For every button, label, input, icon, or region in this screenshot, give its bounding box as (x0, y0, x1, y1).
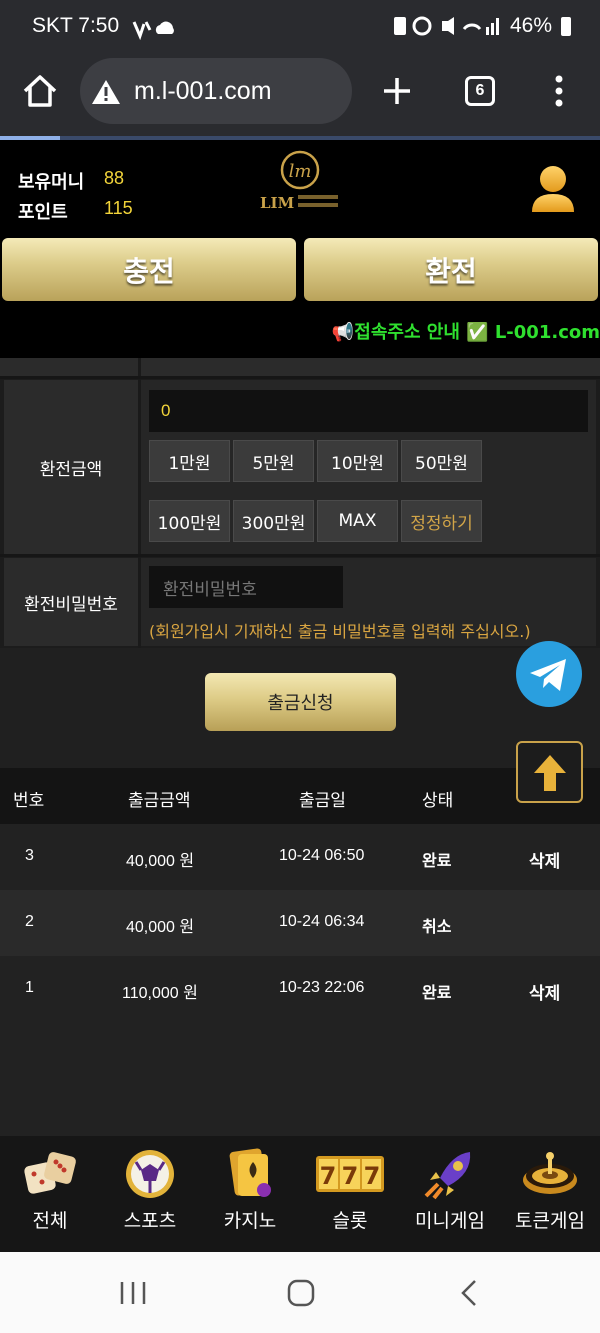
home-nav-icon[interactable] (286, 1278, 316, 1308)
home-icon[interactable] (22, 74, 58, 108)
site-header: 보유머니 88 포인트 115 lm LIM (0, 140, 600, 238)
amount-reset-button[interactable]: 정정하기 (401, 500, 482, 542)
nav-item-casino[interactable]: 카지노 (200, 1136, 300, 1252)
svg-text:7: 7 (364, 1162, 381, 1190)
money-value: 88 (104, 168, 125, 188)
delete-button[interactable]: 삭제 (529, 847, 560, 872)
row-number: 2 (25, 913, 34, 930)
history-table-header: 번호 출금금액 출금일 상태 (0, 768, 600, 824)
nav-item-tokengame[interactable]: 토큰게임 (500, 1136, 600, 1252)
amount-1m-button[interactable]: 100만원 (149, 500, 230, 542)
warning-icon[interactable] (90, 78, 122, 106)
amount-input[interactable]: 0 (149, 390, 588, 432)
back-icon[interactable] (458, 1278, 480, 1308)
nav-item-sports[interactable]: 스포츠 (100, 1136, 200, 1252)
password-hint: (회원가입시 기재하신 출금 비밀번호를 입력해 주십시오.) (149, 622, 531, 641)
row-number: 1 (25, 979, 34, 996)
row-number: 3 (25, 847, 34, 864)
amount-max-button[interactable]: MAX (317, 500, 398, 542)
url-text: m.l-001.com (134, 77, 272, 105)
svg-text:7: 7 (342, 1162, 359, 1190)
site-logo[interactable]: lm LIM (258, 148, 342, 224)
amount-3m-button[interactable]: 300만원 (233, 500, 314, 542)
address-bar[interactable]: m.l-001.com (80, 58, 352, 124)
row-amount: 40,000 원 (126, 853, 195, 870)
new-tab-icon[interactable] (382, 76, 412, 106)
svg-text:lm: lm (289, 161, 312, 182)
col-number: 번호 (13, 791, 45, 811)
amount-100k-button[interactable]: 10만원 (317, 440, 398, 482)
user-profile-icon[interactable] (530, 164, 576, 214)
row-date: 10-24 06:50 (279, 847, 365, 864)
nav-item-minigame[interactable]: 미니게임 (400, 1136, 500, 1252)
cards-icon (229, 1148, 271, 1197)
dice-icon (24, 1152, 76, 1194)
point-value: 115 (104, 198, 133, 218)
telegram-icon[interactable] (516, 641, 582, 707)
password-input[interactable]: 환전비밀번호 (149, 566, 343, 608)
row-status: 완료 (422, 851, 452, 870)
row-status: 취소 (422, 917, 452, 936)
row-amount: 40,000 원 (126, 919, 195, 936)
notice-text[interactable]: 📢접속주소 안내 ✅ L-001.com (332, 318, 600, 344)
status-bar: SKT 7:50 46% (0, 0, 600, 56)
recent-apps-icon[interactable] (118, 1280, 148, 1306)
point-label: 포인트 (18, 202, 68, 222)
soccer-ball-icon (126, 1150, 174, 1198)
exchange-button[interactable]: 환전 (304, 238, 598, 301)
status-right: 46% (392, 14, 572, 38)
money-label: 보유머니 (18, 172, 85, 192)
amount-500k-button[interactable]: 50만원 (401, 440, 482, 482)
amount-10k-button[interactable]: 1만원 (149, 440, 230, 482)
col-status: 상태 (422, 791, 454, 811)
nav-label: 토큰게임 (515, 1210, 585, 1232)
arrow-up-icon (534, 755, 566, 791)
row-date: 10-23 22:06 (279, 979, 365, 996)
exchange-form: 환전금액 0 1만원 5만원 10만원 50만원 100만원 300만원 MAX… (0, 358, 600, 648)
rocket-icon (424, 1152, 471, 1200)
table-row: 2 40,000 원 10-24 06:34 취소 (0, 890, 600, 956)
password-label: 환전비밀번호 (4, 558, 138, 646)
nav-label: 전체 (32, 1210, 68, 1232)
slot-777-icon: 7 7 7 (316, 1156, 384, 1192)
browser-toolbar: m.l-001.com 6 (0, 56, 600, 136)
logo-emblem-icon: lm (280, 150, 320, 190)
bottom-nav: 전체 스포츠 카지노 7 7 7 슬롯 미니게임 토큰게임 (0, 1136, 600, 1252)
nav-label: 슬롯 (332, 1210, 368, 1232)
system-nav-bar (0, 1252, 600, 1333)
scroll-to-top-button[interactable] (516, 741, 583, 803)
nav-label: 미니게임 (415, 1210, 485, 1232)
row-date: 10-24 06:34 (279, 913, 365, 930)
tab-switcher-button[interactable]: 6 (465, 76, 495, 106)
delete-button[interactable]: 삭제 (529, 979, 560, 1004)
col-date: 출금일 (299, 791, 346, 811)
system-status-icons (393, 16, 499, 36)
withdraw-request-button[interactable]: 출금신청 (205, 673, 396, 731)
nav-item-slot[interactable]: 7 7 7 슬롯 (300, 1136, 400, 1252)
logo-text: LIM (260, 194, 295, 212)
notification-icons (132, 21, 174, 40)
nav-label: 스포츠 (123, 1210, 177, 1232)
amount-50k-button[interactable]: 5만원 (233, 440, 314, 482)
status-time: SKT 7:50 (32, 14, 120, 37)
row-status: 완료 (422, 983, 452, 1002)
notice-bar: 📢접속주소 안내 ✅ L-001.com (0, 306, 600, 358)
table-row: 1 110,000 원 10-23 22:06 완료 삭제 (0, 956, 600, 1022)
svg-text:7: 7 (320, 1162, 337, 1190)
amount-label: 환전금액 (4, 380, 138, 554)
row-amount: 110,000 원 (122, 985, 198, 1002)
nav-item-all[interactable]: 전체 (0, 1136, 100, 1252)
col-amount: 출금금액 (128, 791, 191, 811)
more-menu-icon[interactable] (553, 74, 565, 108)
roulette-icon (523, 1152, 577, 1194)
charge-button[interactable]: 충전 (2, 238, 296, 301)
nav-label: 카지노 (223, 1210, 277, 1232)
battery-percent: 46% (509, 14, 552, 37)
battery-icon (561, 17, 571, 36)
table-row: 3 40,000 원 10-24 06:50 완료 삭제 (0, 824, 600, 890)
